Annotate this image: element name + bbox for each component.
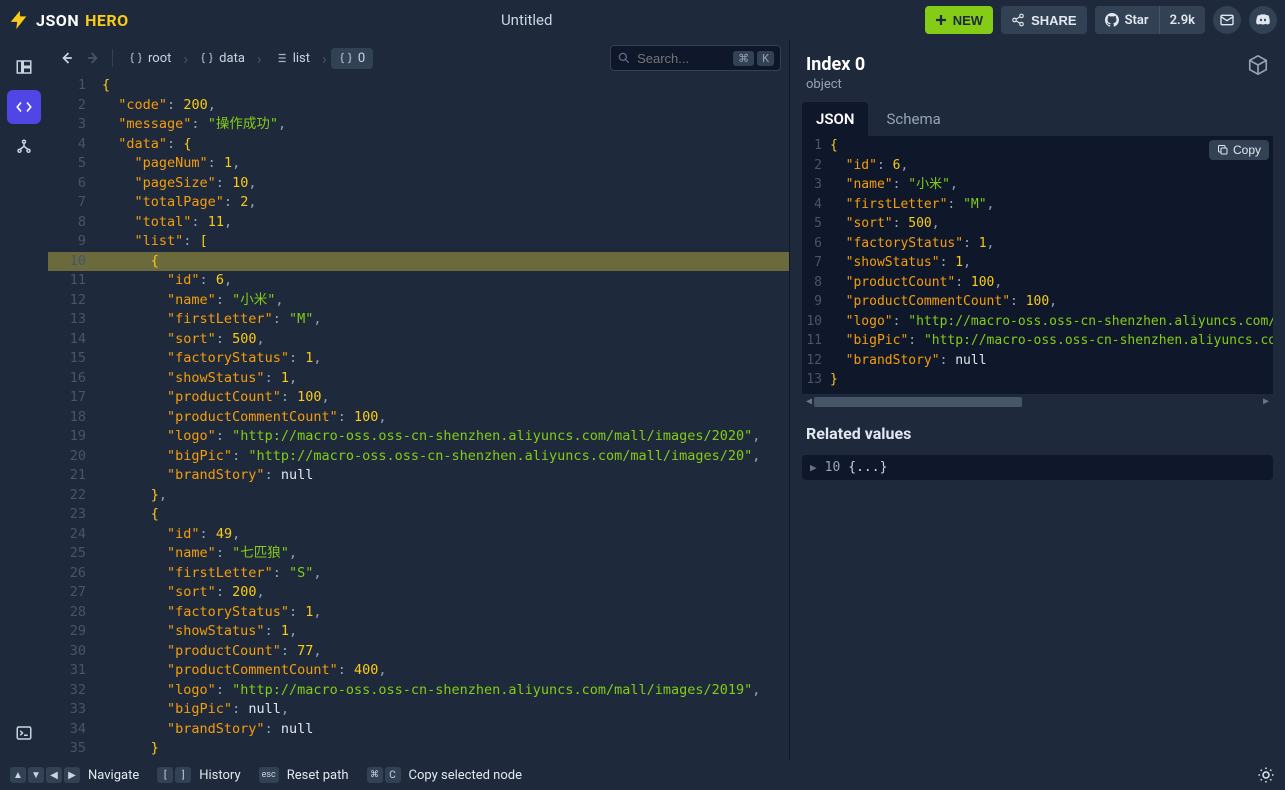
search-shortcut: ⌘K	[733, 51, 774, 66]
toolbar: root›data›list›0 ⌘K	[48, 40, 789, 76]
document-title[interactable]: Untitled	[129, 11, 925, 29]
copy-label: Copy	[1233, 143, 1261, 157]
chevron-right-icon: ▶	[810, 461, 817, 474]
discord-icon	[1255, 12, 1271, 28]
json-view-button[interactable]	[7, 90, 41, 124]
key-right-icon: ▶	[64, 767, 80, 783]
search-icon	[617, 51, 631, 65]
breadcrumbs: root›data›list›0	[121, 48, 373, 69]
footer-reset-label: Reset path	[287, 768, 349, 783]
logo-icon	[8, 9, 30, 31]
key-esc-icon: esc	[259, 767, 279, 783]
footer-reset: esc Reset path	[259, 767, 349, 783]
star-count: 2.9k	[1160, 13, 1205, 28]
main-column: root›data›list›0 ⌘K 1{2 "code": 200,3 "m…	[48, 40, 789, 760]
app-logo[interactable]: JSON HERO	[8, 9, 129, 31]
nav-forward-button[interactable]	[84, 48, 104, 68]
github-icon	[1105, 13, 1119, 27]
panel-subtitle: object	[806, 77, 1247, 92]
cube-icon	[1247, 54, 1269, 76]
share-icon	[1011, 13, 1025, 27]
logo-json: JSON	[36, 11, 79, 30]
mail-icon	[1219, 12, 1235, 28]
logo-hero: HERO	[85, 11, 129, 30]
footer-history-label: History	[199, 768, 240, 783]
star-label: Star	[1125, 13, 1149, 28]
search-box[interactable]: ⌘K	[610, 45, 781, 71]
key-left-icon: ◀	[46, 767, 62, 783]
discord-button[interactable]	[1249, 6, 1277, 34]
arrow-right-icon	[84, 48, 104, 68]
breadcrumb-list[interactable]: list	[266, 48, 318, 69]
tree-icon	[15, 138, 33, 156]
code-icon	[15, 98, 33, 116]
github-star-button[interactable]: Star 2.9k	[1095, 6, 1205, 34]
key-c-icon: C	[385, 767, 401, 783]
panel-tabs: JSON Schema	[790, 102, 1285, 136]
left-rail	[0, 40, 48, 760]
search-input[interactable]	[637, 51, 727, 66]
arrow-left-icon	[56, 48, 76, 68]
main-body: root›data›list›0 ⌘K 1{2 "code": 200,3 "m…	[0, 40, 1285, 760]
tab-json[interactable]: JSON	[802, 102, 868, 136]
related-preview: {...}	[848, 460, 887, 475]
columns-icon	[15, 58, 33, 76]
breadcrumb-0[interactable]: 0	[331, 48, 373, 69]
key-down-icon: ▼	[28, 767, 44, 783]
columns-view-button[interactable]	[7, 50, 41, 84]
nav-back-button[interactable]	[56, 48, 76, 68]
key-up-icon: ▲	[10, 767, 26, 783]
panel-header: Index 0 object	[790, 40, 1285, 102]
footer-copy-label: Copy selected node	[409, 768, 522, 783]
footer-navigate-label: Navigate	[88, 768, 139, 783]
key-bracket-right-icon: ]	[175, 767, 191, 783]
new-button[interactable]: NEW	[925, 6, 993, 34]
plus-icon	[935, 14, 947, 26]
key-bracket-left-icon: [	[157, 767, 173, 783]
copy-button[interactable]: Copy	[1209, 140, 1269, 160]
json-editor[interactable]: 1{2 "code": 200,3 "message": "操作成功",4 "d…	[48, 76, 789, 760]
footer-history: [ ] History	[157, 767, 240, 783]
panel-json[interactable]: Copy 1{2 "id": 6,3 "name": "小米",4 "first…	[802, 136, 1273, 410]
key-cmd-icon: ⌘	[367, 767, 383, 783]
footer-copy: ⌘ C Copy selected node	[367, 767, 522, 783]
related-value-row[interactable]: ▶ 10 {...}	[802, 455, 1273, 480]
share-button[interactable]: SHARE	[1001, 6, 1087, 34]
related-values-header: Related values	[790, 410, 1285, 449]
copy-icon	[1217, 144, 1229, 156]
footer-navigate: ▲ ▼ ◀ ▶ Navigate	[10, 767, 139, 783]
new-label: NEW	[953, 13, 983, 28]
terminal-icon	[15, 724, 33, 742]
related-title: Related values	[806, 424, 1269, 443]
breadcrumb-root[interactable]: root	[121, 48, 179, 69]
theme-toggle-button[interactable]	[1257, 766, 1275, 784]
tree-view-button[interactable]	[7, 130, 41, 164]
right-panel: Index 0 object JSON Schema Copy 1{2 "id"…	[789, 40, 1285, 760]
breadcrumb-data[interactable]: data	[192, 48, 253, 69]
header-actions: NEW SHARE Star 2.9k	[925, 6, 1277, 34]
panel-scrollbar[interactable]: ◀ ▶	[802, 394, 1273, 410]
related-count: 10	[825, 460, 841, 475]
sun-icon	[1257, 766, 1275, 784]
email-button[interactable]	[1213, 6, 1241, 34]
console-button[interactable]	[7, 716, 41, 750]
share-label: SHARE	[1031, 13, 1077, 28]
panel-title: Index 0	[806, 54, 1247, 75]
tab-schema[interactable]: Schema	[872, 102, 954, 136]
app-header: JSON HERO Untitled NEW SHARE Star 2.9k	[0, 0, 1285, 40]
footer: ▲ ▼ ◀ ▶ Navigate [ ] History esc Reset p…	[0, 760, 1285, 790]
